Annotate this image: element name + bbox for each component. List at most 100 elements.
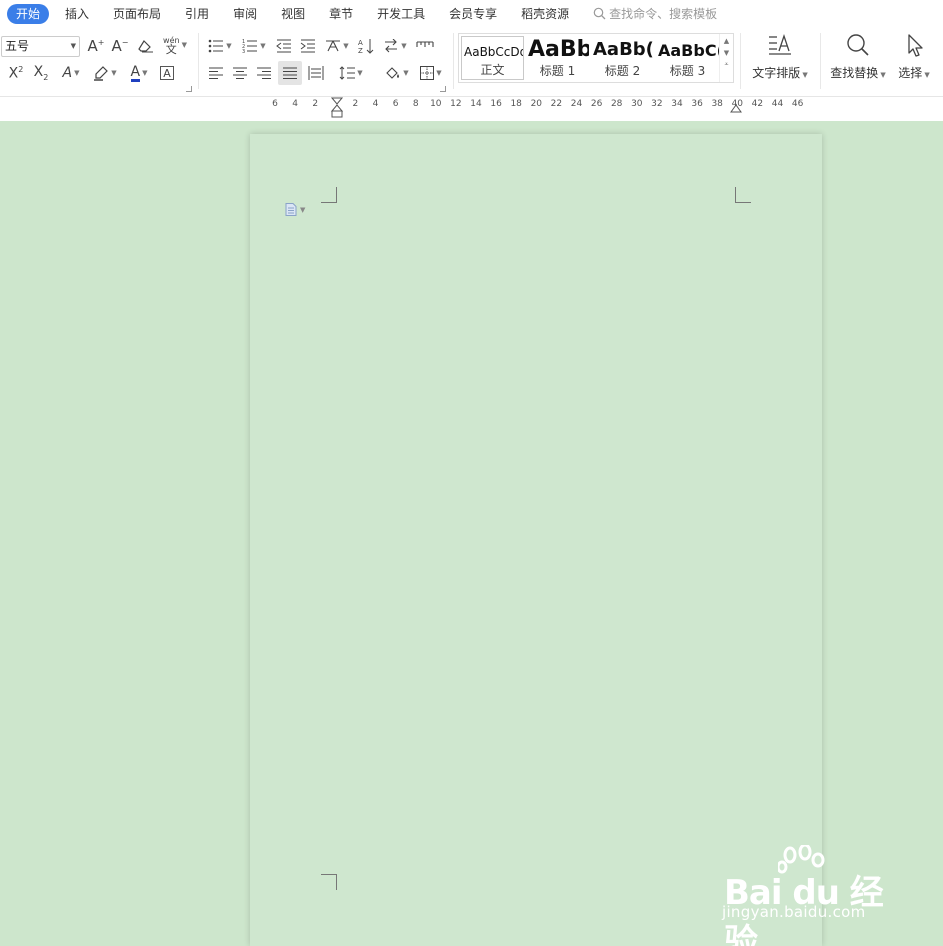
ruler-tick-label: 2 — [352, 99, 359, 109]
ruler-tick-label: 24 — [570, 99, 583, 109]
numbering-button[interactable]: 123 ▼ — [240, 36, 268, 56]
shading-button[interactable]: ▼ — [382, 63, 412, 83]
baidu-jingyan-watermark: Bai du 经验 jingyan.baidu.com — [722, 845, 902, 946]
tab-member[interactable]: 会员专享 — [441, 4, 505, 24]
ruler-tick-label: 18 — [510, 99, 522, 109]
borders-button[interactable]: ▼ — [416, 63, 446, 83]
align-left-button[interactable] — [206, 63, 226, 83]
distributed-align-icon — [308, 66, 324, 80]
line-spacing-icon — [339, 66, 356, 80]
ribbon-separator — [453, 33, 454, 89]
text-layout-icon — [769, 33, 791, 55]
phonetic-guide-icon: wén 文 — [163, 36, 180, 56]
show-hide-marks-button[interactable] — [414, 36, 436, 56]
ruler-tick-label: 28 — [610, 99, 623, 109]
style-heading-1-label: 标题 1 — [539, 64, 576, 78]
paint-bucket-icon — [386, 67, 400, 79]
chevron-down-icon: ▼ — [74, 69, 80, 77]
justify-button[interactable] — [278, 61, 302, 85]
align-right-button[interactable] — [254, 63, 274, 83]
command-search[interactable]: 查找命令、搜索模板 — [593, 5, 717, 22]
chevron-up-icon[interactable]: ▲ — [720, 37, 733, 45]
ruler-tick-label: 2 — [312, 99, 319, 109]
highlight-button[interactable]: ▼ — [90, 63, 120, 83]
font-group: 五号 ▼ A+ A− wén 文 ▼ X2 X2 A ▼ ▼ A ▼ A — [0, 27, 196, 95]
ruler-tick-label: 14 — [470, 99, 482, 109]
style-heading-3[interactable]: AaBbC( 标题 3 — [656, 36, 719, 80]
style-normal-preview: AaBbCcDd — [464, 45, 524, 59]
tab-developer[interactable]: 开发工具 — [369, 4, 433, 24]
style-heading-1-preview: AaBb — [528, 37, 589, 62]
increase-indent-button[interactable] — [298, 36, 318, 56]
bullets-button[interactable]: ▼ — [206, 36, 234, 56]
style-heading-2[interactable]: AaBb( 标题 2 — [591, 36, 654, 80]
superscript-icon: X2 — [8, 64, 24, 82]
text-direction-icon — [385, 39, 398, 53]
ruler-tick-label: 22 — [550, 99, 563, 109]
font-dialog-launcher[interactable] — [186, 86, 192, 92]
expand-gallery-icon[interactable]: ⩡ — [720, 60, 733, 69]
sort-icon: AZ — [358, 39, 374, 54]
paragraph-dialog-launcher[interactable] — [440, 86, 446, 92]
tab-review[interactable]: 审阅 — [225, 4, 265, 24]
chevron-down-icon[interactable]: ▼ — [720, 49, 733, 57]
text-effect-button[interactable]: A ▼ — [56, 63, 86, 83]
document-page[interactable]: ▼ — [250, 134, 822, 946]
sort-button[interactable]: AZ — [356, 36, 376, 56]
find-replace-button[interactable]: 查找替换 ▼ — [828, 33, 888, 81]
tab-chapter[interactable]: 章节 — [321, 4, 361, 24]
chinese-layout-icon — [326, 40, 341, 52]
ribbon-tab-bar: 开始 插入 页面布局 引用 审阅 视图 章节 开发工具 会员专享 稻壳资源 查找… — [0, 0, 943, 27]
text-direction-button[interactable]: ▼ — [380, 36, 410, 56]
horizontal-ruler[interactable]: 6 4 2 2 4 6 8 10 12 14 16 18 20 22 24 26 28 30 32 34 36 38 40 4… — [0, 97, 943, 121]
style-heading-3-preview: AaBbC( — [658, 41, 719, 60]
clear-format-button[interactable] — [136, 36, 156, 56]
tab-insert[interactable]: 插入 — [57, 4, 97, 24]
chevron-down-icon: ▼ — [880, 71, 886, 79]
tab-references[interactable]: 引用 — [177, 4, 217, 24]
tab-view[interactable]: 视图 — [273, 4, 313, 24]
svg-text:Z: Z — [358, 47, 363, 54]
style-normal[interactable]: AaBbCcDd 正文 — [461, 36, 524, 80]
chinese-layout-button[interactable]: ▼ — [322, 36, 352, 56]
select-label: 选择 — [898, 66, 923, 80]
ruler-tick-label: 12 — [450, 99, 462, 109]
ruler-tick-label: 6 — [392, 99, 399, 109]
text-layout-button[interactable]: 文字排版 ▼ — [750, 33, 810, 81]
decrease-indent-button[interactable] — [274, 36, 294, 56]
highlighter-icon — [94, 66, 109, 81]
shrink-font-button[interactable]: A− — [110, 36, 130, 56]
distributed-align-button[interactable] — [306, 63, 326, 83]
ruler-tick-label: 46 — [791, 99, 804, 109]
chevron-down-icon: ▼ — [343, 42, 349, 50]
font-size-select[interactable]: 五号 ▼ — [1, 36, 80, 57]
chevron-down-icon: ▼ — [802, 71, 808, 79]
tab-page-layout[interactable]: 页面布局 — [105, 4, 169, 24]
style-heading-2-preview: AaBb( — [593, 39, 654, 60]
shrink-font-icon: A− — [111, 37, 129, 55]
subscript-button[interactable]: X2 — [30, 63, 52, 83]
ribbon-home: 五号 ▼ A+ A− wén 文 ▼ X2 X2 A ▼ ▼ A ▼ A ▼ 1… — [0, 27, 943, 97]
ruler-tick-label: 4 — [372, 99, 379, 109]
paragraph-options[interactable]: ▼ — [285, 203, 305, 216]
ruler-tick-label: 8 — [412, 99, 419, 109]
line-spacing-button[interactable]: ▼ — [336, 63, 366, 83]
style-heading-1[interactable]: AaBb 标题 1 — [526, 36, 589, 80]
phonetic-guide-button[interactable]: wén 文 ▼ — [160, 34, 190, 56]
borders-icon — [420, 66, 435, 80]
align-center-button[interactable] — [230, 63, 250, 83]
select-button[interactable]: 选择 ▼ — [894, 33, 934, 81]
tab-docer-resources[interactable]: 稻壳资源 — [513, 4, 577, 24]
styles-gallery-scroll[interactable]: ▲ ▼ ⩡ — [719, 34, 733, 82]
ruler-tick-label: 20 — [530, 99, 543, 109]
tab-home[interactable]: 开始 — [7, 3, 50, 24]
font-color-button[interactable]: A ▼ — [125, 63, 153, 83]
grow-font-icon: A+ — [87, 37, 105, 55]
right-indent-marker-icon[interactable] — [730, 103, 742, 113]
grow-font-button[interactable]: A+ — [86, 36, 106, 56]
subscript-icon: X2 — [33, 64, 49, 82]
indent-marker-icon[interactable] — [331, 97, 343, 119]
paragraph-marks-icon — [416, 41, 434, 47]
superscript-button[interactable]: X2 — [5, 63, 27, 83]
character-border-button[interactable]: A — [158, 64, 176, 82]
